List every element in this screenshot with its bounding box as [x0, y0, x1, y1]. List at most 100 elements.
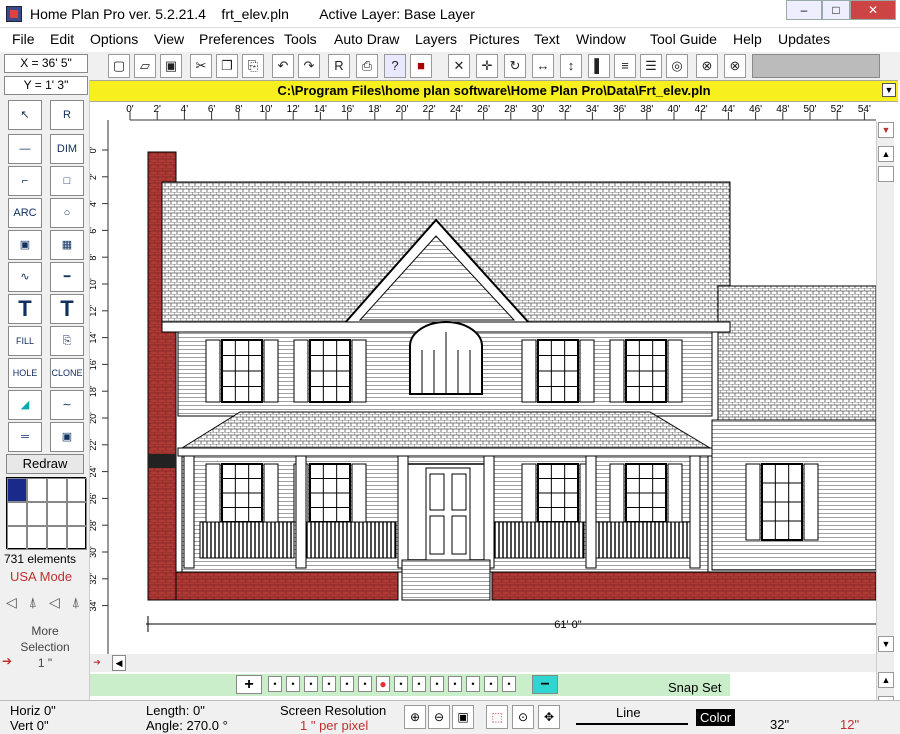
hole-tool-icon[interactable]: HOLE	[8, 358, 42, 388]
window-tool-icon[interactable]: ▦	[50, 230, 84, 260]
nav-step[interactable]: •	[358, 676, 372, 692]
scroll-down-red-icon[interactable]: ▼	[878, 122, 894, 138]
zoom-out-icon[interactable]: ⊖	[428, 705, 450, 729]
pan-icon[interactable]: ✥	[538, 705, 560, 729]
menu-file[interactable]: File	[12, 31, 35, 47]
scroll-left-icon[interactable]: ◀	[112, 655, 126, 671]
zoom-fit-icon[interactable]: ▣	[452, 705, 474, 729]
help-icon[interactable]: ?	[384, 54, 406, 78]
maximize-button[interactable]: □	[822, 0, 850, 20]
save-icon[interactable]: ▣	[160, 54, 182, 78]
nav-step[interactable]: •	[286, 676, 300, 692]
menu-help[interactable]: Help	[733, 31, 762, 47]
scroll-thumb[interactable]	[878, 166, 894, 182]
picture-tool-icon[interactable]: ◢	[8, 390, 42, 420]
cut-icon[interactable]: ✂	[190, 54, 212, 78]
text-tool-icon[interactable]: T	[8, 294, 42, 324]
curve-tool-icon[interactable]: ∿	[8, 262, 42, 292]
usa-mode-label[interactable]: USA Mode	[10, 569, 72, 584]
dimension-icon[interactable]: ↔	[532, 54, 554, 78]
move-icon[interactable]: ✛	[476, 54, 498, 78]
menu-updates[interactable]: Updates	[778, 31, 830, 47]
menu-auto-draw[interactable]: Auto Draw	[334, 31, 399, 47]
selection-icons[interactable]: ◁ ⍋ ◁ ⍋	[6, 594, 84, 611]
drawing-canvas[interactable]: 0' 2' 4' 6' 8' 10' 12' 14' 16' 18' 20' 22' 24' 26' 28'…	[88, 102, 877, 654]
redo-icon[interactable]: ↷	[298, 54, 320, 78]
menu-window[interactable]: Window	[576, 31, 626, 47]
door-icon[interactable]: ▌	[588, 54, 610, 78]
rectangle-tool-icon[interactable]: □	[50, 166, 84, 196]
nav-step[interactable]: •	[340, 676, 354, 692]
minimize-button[interactable]: –	[786, 0, 822, 20]
dimension-tool-icon[interactable]: DIM	[50, 134, 84, 164]
menu-edit[interactable]: Edit	[50, 31, 74, 47]
select-arrow-icon[interactable]: ↖	[8, 100, 42, 130]
line-style-label[interactable]: Line	[616, 705, 641, 720]
close-button[interactable]: ✕	[850, 0, 896, 20]
nav-step[interactable]: •	[322, 676, 336, 692]
new-icon[interactable]: ▢	[108, 54, 130, 78]
nav-step[interactable]: •	[448, 676, 462, 692]
orbit-icon[interactable]: ◎	[666, 54, 688, 78]
nav-step[interactable]: •	[412, 676, 426, 692]
rotate-icon[interactable]: ↻	[504, 54, 526, 78]
nav-step[interactable]: •	[268, 676, 282, 692]
fast-text-tool-icon[interactable]: T	[50, 294, 84, 324]
arc-tool-icon[interactable]: ARC	[8, 198, 42, 228]
region-select-icon[interactable]: R	[50, 100, 84, 130]
double-line-tool-icon[interactable]: ═	[8, 422, 42, 452]
line-icon[interactable]: ↕	[560, 54, 582, 78]
polyline-tool-icon[interactable]: ⌐	[8, 166, 42, 196]
thick-line-tool-icon[interactable]: ━	[50, 262, 84, 292]
r-icon[interactable]: R	[328, 54, 350, 78]
undo-icon[interactable]: ↶	[272, 54, 294, 78]
zoom-minus-button[interactable]: −	[532, 675, 558, 694]
vertical-scrollbar[interactable]: ▼ ▲ ▼ ▲ ▼	[876, 122, 894, 732]
grid-picker[interactable]	[6, 477, 87, 550]
nav-current[interactable]: ●	[376, 676, 390, 692]
zoom-window-icon[interactable]: ⬚	[486, 705, 508, 729]
wall-tool-icon[interactable]: ▣	[8, 230, 42, 260]
menu-text[interactable]: Text	[534, 31, 560, 47]
horizontal-scrollbar[interactable]: ◀ ➔	[90, 654, 876, 672]
scroll-up-icon-2[interactable]: ▲	[878, 672, 894, 688]
menu-tool-guide[interactable]: Tool Guide	[650, 31, 717, 47]
zoom-region-icon[interactable]: ⊙	[512, 705, 534, 729]
chevron-down-icon[interactable]: ▼	[882, 83, 896, 97]
clone-tool-icon[interactable]: CLONE	[50, 358, 84, 388]
nav-step[interactable]: •	[502, 676, 516, 692]
frame-tool-icon[interactable]: ▣	[50, 422, 84, 452]
menu-view[interactable]: View	[154, 31, 184, 47]
circle-tool-icon[interactable]: ○	[50, 198, 84, 228]
line-tool-icon[interactable]: —	[8, 134, 42, 164]
paste-icon[interactable]: ⎘	[242, 54, 264, 78]
nav-step[interactable]: •	[484, 676, 498, 692]
window-icon[interactable]: ≡	[614, 54, 636, 78]
nav-step[interactable]: •	[430, 676, 444, 692]
nav-step[interactable]: •	[466, 676, 480, 692]
nav-step[interactable]: •	[394, 676, 408, 692]
menu-options[interactable]: Options	[90, 31, 138, 47]
print-icon[interactable]: ⎙	[356, 54, 378, 78]
menu-tools[interactable]: Tools	[284, 31, 317, 47]
copy-tool-icon[interactable]: ⎘	[50, 326, 84, 356]
delete-icon[interactable]: ✕	[448, 54, 470, 78]
color-icon[interactable]: ■	[410, 54, 432, 78]
zoom-in-icon[interactable]: ⊕	[404, 705, 426, 729]
arch-icon[interactable]: ⊗	[696, 54, 718, 78]
freehand-tool-icon[interactable]: ∼	[50, 390, 84, 420]
snap-set-button[interactable]: Snap Set	[668, 680, 722, 695]
open-icon[interactable]: ▱	[134, 54, 156, 78]
scroll-down-icon[interactable]: ▼	[878, 636, 894, 652]
fill-tool-icon[interactable]: FILL	[8, 326, 42, 356]
menu-layers[interactable]: Layers	[415, 31, 457, 47]
color-button[interactable]: Color	[696, 709, 736, 726]
wall-icon[interactable]: ☰	[640, 54, 662, 78]
redraw-button[interactable]: Redraw	[6, 454, 84, 474]
copy-icon[interactable]: ❐	[216, 54, 238, 78]
zoom-plus-button[interactable]: +	[236, 675, 262, 694]
nav-step[interactable]: •	[304, 676, 318, 692]
menu-preferences[interactable]: Preferences	[199, 31, 274, 47]
circle-tool-icon[interactable]: ⊗	[724, 54, 746, 78]
scroll-up-icon[interactable]: ▲	[878, 146, 894, 162]
